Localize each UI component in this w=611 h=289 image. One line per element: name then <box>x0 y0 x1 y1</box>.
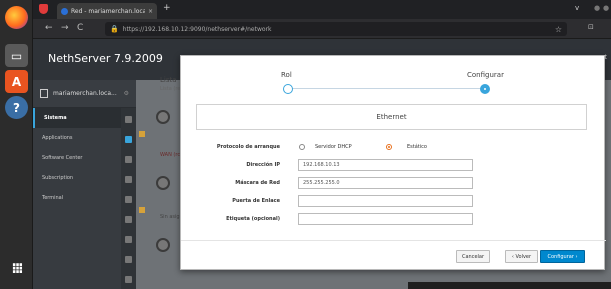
tab-close-icon[interactable]: × <box>148 8 153 15</box>
address-bar[interactable]: 🔒 https://192.168.10.12:9090/nethserver#… <box>105 22 567 36</box>
show-apps-icon[interactable]: ⁝⁝⁝ <box>5 257 28 280</box>
server-icon <box>40 89 48 98</box>
ubuntu-dock: ▭ A ? ⁝⁝⁝ <box>0 0 33 289</box>
browser-tabbar: Red - mariamerchan.loca × + v ● ● <box>33 0 611 19</box>
bg-orange-marker <box>139 207 145 213</box>
browser-navbar: ← → C 🔒 https://192.168.10.12:9090/neths… <box>33 19 611 39</box>
lock-icon: 🔒 <box>110 25 119 33</box>
subnav-icon[interactable] <box>125 236 132 243</box>
subnav-icon[interactable] <box>125 176 132 183</box>
bg-list-title: Lista <box>160 76 177 84</box>
tag-label: Etiqueta (opcional) <box>226 216 280 222</box>
firefox-icon[interactable] <box>5 6 28 29</box>
subnav-icon[interactable] <box>125 256 132 263</box>
subnav-network-icon[interactable] <box>125 136 132 143</box>
wizard-step-2-dot <box>480 84 490 94</box>
sidebar-subnav-strip <box>121 108 136 289</box>
configure-button[interactable]: Configurar › <box>540 250 585 263</box>
bookmark-star-icon[interactable]: ☆ <box>555 25 562 34</box>
radio-static[interactable] <box>386 144 392 150</box>
app-brand: NethServer 7.9.2009 <box>48 52 163 65</box>
wizard-step-configurar: Configurar <box>467 71 504 79</box>
subnav-icon[interactable] <box>125 276 132 283</box>
system-tray <box>408 282 611 289</box>
screen: ▭ A ? ⁝⁝⁝ Red - mariamerchan.loca × + v … <box>0 0 611 289</box>
browser-shield-icon <box>39 4 48 14</box>
forward-arrow-icon[interactable]: → <box>61 23 69 33</box>
radio-dhcp-label[interactable]: Servidor DHCP <box>315 144 352 150</box>
bg-wan-label: WAN (rc <box>160 152 181 158</box>
help-icon[interactable]: ? <box>5 96 28 119</box>
netmask-label: Máscara de Red <box>235 180 280 186</box>
sidebar-item-applications[interactable]: Applications <box>33 128 121 148</box>
minimize-icon[interactable]: ● <box>594 4 600 12</box>
section-title: Ethernet <box>376 113 407 121</box>
new-tab-button[interactable]: + <box>163 3 171 13</box>
wizard-progress-line <box>288 88 485 89</box>
files-icon[interactable]: ▭ <box>5 44 28 67</box>
subnav-icon[interactable] <box>125 116 132 123</box>
back-arrow-icon[interactable]: ← <box>45 23 53 33</box>
ip-row: Dirección IP 192.168.10.13 <box>181 159 606 171</box>
sidebar-menu: Sistema Applications Software Center Sub… <box>33 108 121 208</box>
subnav-icon[interactable] <box>125 156 132 163</box>
interface-section: Ethernet <box>196 104 587 130</box>
tab-favicon-icon <box>61 7 68 15</box>
bg-interface-icon <box>156 176 170 190</box>
configure-interface-modal: Rol Configurar Ethernet Protocolo de arr… <box>180 55 606 270</box>
wizard-step-rol: Rol <box>281 71 292 79</box>
subnav-icon[interactable] <box>125 216 132 223</box>
subnav-icon[interactable] <box>125 196 132 203</box>
url-text[interactable]: https://192.168.10.12:9090/nethserver#/n… <box>123 26 551 33</box>
sidebar-item-software-center[interactable]: Software Center <box>33 148 121 168</box>
bg-unassigned-label: Sin asig <box>160 214 180 220</box>
radio-dhcp[interactable] <box>299 144 305 150</box>
boot-protocol-row: Protocolo de arranque Servidor DHCP Está… <box>181 141 606 153</box>
sidebar-item-subscription[interactable]: Subscription <box>33 168 121 188</box>
host-settings-icon[interactable]: ⚙ <box>124 90 129 97</box>
host-name: mariamerchan.loca... <box>53 90 117 97</box>
tab-title: Red - mariamerchan.loca <box>71 7 145 15</box>
wizard-steps: Rol Configurar <box>181 56 606 98</box>
gateway-input[interactable] <box>298 195 473 207</box>
software-center-icon[interactable]: A <box>5 70 28 93</box>
gateway-row: Puerta de Enlace <box>181 195 606 207</box>
radio-static-label[interactable]: Estático <box>407 144 427 150</box>
back-button[interactable]: ‹ Volver <box>505 250 538 263</box>
sidebar-item-terminal[interactable]: Terminal <box>33 188 121 208</box>
sidebar-item-sistema[interactable]: Sistema <box>33 108 121 128</box>
gateway-label: Puerta de Enlace <box>232 198 280 204</box>
boot-protocol-label: Protocolo de arranque <box>216 144 280 150</box>
modal-footer-divider <box>181 240 606 241</box>
browser-tab[interactable]: Red - mariamerchan.loca × <box>57 3 157 19</box>
window-menu-icon[interactable]: v <box>575 4 579 12</box>
tag-row: Etiqueta (opcional) <box>181 213 606 225</box>
ip-address-input[interactable]: 192.168.10.13 <box>298 159 473 171</box>
maximize-icon[interactable]: ● <box>603 4 609 12</box>
netmask-input[interactable]: 255.255.255.0 <box>298 177 473 189</box>
reload-icon[interactable]: C <box>77 23 83 33</box>
host-selector[interactable]: mariamerchan.loca... ⚙ <box>33 80 136 108</box>
wizard-step-1-dot[interactable] <box>283 84 293 94</box>
netmask-row: Máscara de Red 255.255.255.0 <box>181 177 606 189</box>
bg-orange-marker <box>139 131 145 137</box>
bg-interface-icon <box>156 238 170 252</box>
bg-interface-icon <box>156 110 170 124</box>
tag-input[interactable] <box>298 213 473 225</box>
extensions-icon[interactable]: ⊡ <box>588 23 594 31</box>
cancel-button[interactable]: Cancelar <box>456 250 490 263</box>
ip-label: Dirección IP <box>246 162 280 168</box>
app-sidebar: mariamerchan.loca... ⚙ Sistema Applicati… <box>33 80 136 289</box>
bg-list-subtitle: Lista (re <box>160 86 181 92</box>
